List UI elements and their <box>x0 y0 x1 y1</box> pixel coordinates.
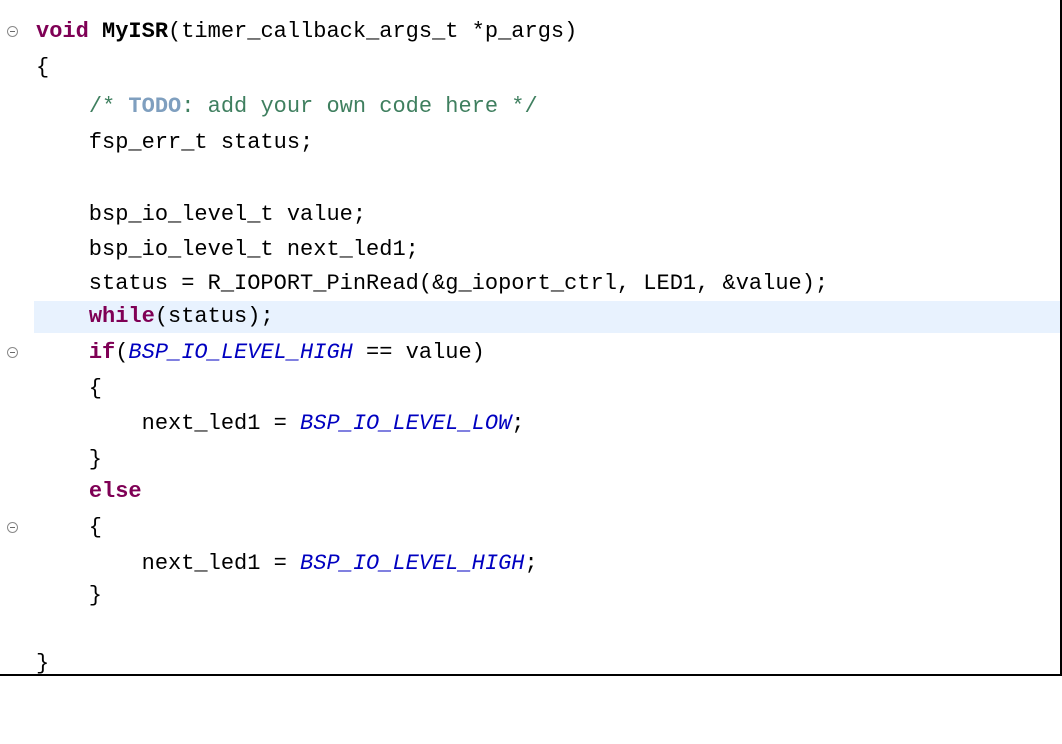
keyword: if <box>88 340 116 365</box>
code-line-4[interactable]: fsp_err_t status; <box>0 127 1060 159</box>
keyword: while <box>88 304 155 329</box>
code-line-15[interactable]: { <box>0 512 1060 544</box>
macro: BSP_IO_LEVEL_LOW <box>300 411 512 436</box>
todo-tag: TODO <box>128 94 182 119</box>
code-text: } <box>36 583 103 608</box>
code-text: ( <box>115 340 129 365</box>
code-line-16[interactable]: next_led1 = BSP_IO_LEVEL_HIGH; <box>0 548 1060 580</box>
code-line-18[interactable] <box>0 612 1060 644</box>
code-text: ; <box>511 411 525 436</box>
code-line-5[interactable] <box>0 163 1060 195</box>
code-line-13[interactable]: } <box>0 444 1060 476</box>
code-text: { <box>36 515 103 540</box>
code-text: (timer_callback_args_t *p_args) <box>168 19 578 44</box>
fold-collapse-icon[interactable] <box>7 26 18 37</box>
fold-collapse-icon[interactable] <box>7 522 18 533</box>
fold-collapse-icon[interactable] <box>7 347 18 358</box>
code-editor[interactable]: void MyISR(timer_callback_args_t *p_args… <box>0 0 1062 676</box>
code-text: fsp_err_t status; <box>36 130 314 155</box>
function-name: MyISR <box>102 19 169 44</box>
code-text: bsp_io_level_t next_led1; <box>36 237 419 262</box>
code-text: { <box>36 55 50 80</box>
code-line-14[interactable]: else <box>0 476 1060 508</box>
macro: BSP_IO_LEVEL_HIGH <box>128 340 353 365</box>
gutter <box>0 512 34 544</box>
code-text: bsp_io_level_t value; <box>36 202 367 227</box>
code-line-7[interactable]: bsp_io_level_t next_led1; <box>0 234 1060 266</box>
code-line-12[interactable]: next_led1 = BSP_IO_LEVEL_LOW; <box>0 408 1060 440</box>
code-line-11[interactable]: { <box>0 373 1060 405</box>
comment: : add your own code here */ <box>181 94 538 119</box>
code-line-1[interactable]: void MyISR(timer_callback_args_t *p_args… <box>0 16 1060 48</box>
code-text: == value) <box>352 340 485 365</box>
code-text: { <box>36 376 103 401</box>
code-text: status = R_IOPORT_PinRead(&g_ioport_ctrl… <box>36 271 829 296</box>
code-text: next_led1 = <box>36 551 301 576</box>
code-line-3[interactable]: /* TODO: add your own code here */ <box>0 91 1060 123</box>
code-text: next_led1 = <box>36 411 301 436</box>
code-text: ; <box>524 551 538 576</box>
code-line-6[interactable]: bsp_io_level_t value; <box>0 199 1060 231</box>
code-line-2[interactable]: { <box>0 52 1060 84</box>
code-line-10[interactable]: if(BSP_IO_LEVEL_HIGH == value) <box>0 337 1060 369</box>
code-line-17[interactable]: } <box>0 580 1060 612</box>
gutter <box>0 337 34 369</box>
code-line-8[interactable]: status = R_IOPORT_PinRead(&g_ioport_ctrl… <box>0 268 1060 300</box>
code-line-9-current[interactable]: while(status); <box>34 301 1060 333</box>
keyword: else <box>88 479 142 504</box>
gutter <box>0 16 34 48</box>
code-text: } <box>36 447 103 472</box>
code-text: (status); <box>154 304 274 329</box>
keyword: void <box>36 19 89 44</box>
comment: /* <box>88 94 129 119</box>
macro: BSP_IO_LEVEL_HIGH <box>300 551 525 576</box>
